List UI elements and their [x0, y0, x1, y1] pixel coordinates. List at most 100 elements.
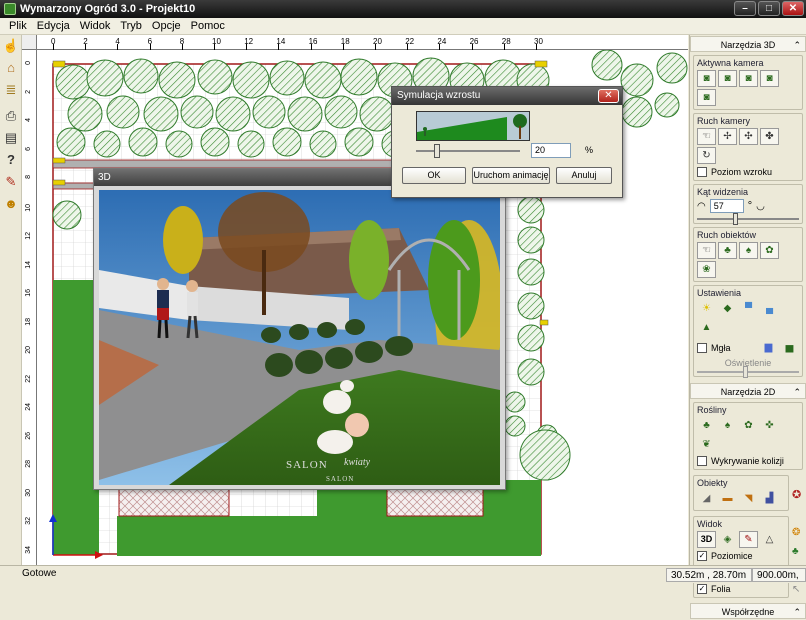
camera-5-icon[interactable]: ◙ — [697, 89, 716, 106]
menu-widok[interactable]: Widok — [75, 18, 116, 34]
ruler-left-label: 30 — [25, 488, 32, 497]
orbit-icon[interactable]: ✣ — [739, 128, 758, 145]
fov-slider[interactable] — [697, 213, 799, 225]
bench-icon[interactable]: ◥ — [739, 490, 758, 507]
fog-ground-icon[interactable]: ▅ — [780, 339, 799, 356]
menu-plik[interactable]: Plik — [4, 18, 32, 34]
horizon-icon[interactable]: ▄ — [760, 300, 779, 317]
menu-pomoc[interactable]: Pomoc — [186, 18, 230, 34]
flower-icon[interactable]: ✿ — [739, 417, 758, 434]
tools-panel: Narzędzia 3D ⌃ Aktywna kamera ◙ ◙ ◙ ◙ ◙ … — [689, 35, 806, 619]
close-button[interactable]: ✕ — [782, 1, 804, 16]
tree-icon[interactable]: ♣ — [697, 417, 716, 434]
shrub-icon[interactable]: ♠ — [718, 417, 737, 434]
lighting-label: Oświetlenie — [724, 358, 772, 368]
zoom-level: 900.00m, — [752, 568, 806, 582]
growth-preview — [416, 111, 530, 141]
ruler-left-label: 24 — [25, 403, 32, 411]
ok-button[interactable]: OK — [402, 167, 466, 184]
gardener-icon[interactable]: ☻ — [2, 195, 20, 213]
move-icon[interactable]: ✢ — [718, 128, 737, 145]
ruler-left-label: 32 — [25, 517, 32, 525]
ruler-left-label: 16 — [25, 289, 32, 297]
tools2d-header[interactable]: Narzędzia 2D ⌃ — [690, 383, 806, 399]
view-shapes-icon[interactable]: △ — [760, 531, 779, 548]
cancel-button[interactable]: Anuluj — [556, 167, 612, 184]
ruler-left-label: 2 — [25, 89, 32, 94]
camera-move-group: Ruch kamery ☜ ✢ ✣ ✤ ↻ Poziom wzroku — [693, 113, 803, 181]
house-icon[interactable]: ⌂ — [2, 59, 20, 77]
lighting-slider[interactable] — [697, 366, 799, 378]
eye-level-checkbox[interactable] — [697, 167, 707, 177]
foil-checkbox[interactable]: ✓ — [697, 584, 707, 594]
camera-4-icon[interactable]: ◙ — [760, 70, 779, 87]
view-draw-icon[interactable]: ✎ — [739, 531, 758, 548]
collapse-icon[interactable]: ⌃ — [793, 37, 801, 53]
palette-icon[interactable]: ❂ — [792, 527, 806, 538]
camera-3-icon[interactable]: ◙ — [739, 70, 758, 87]
growth-slider-thumb[interactable] — [433, 144, 440, 158]
growth-simulation-dialog[interactable]: Symulacja wzrostu ✕ 20 % OK Uruchom anim… — [391, 86, 623, 198]
object-lift-icon[interactable]: ✿ — [760, 242, 779, 259]
object-hand-icon[interactable]: ☜ — [697, 242, 716, 259]
layers-icon[interactable]: ≣ — [2, 81, 20, 99]
camera-1-icon[interactable]: ◙ — [697, 70, 716, 87]
menu-bar: Plik Edycja Widok Tryb Opcje Pomoc — [0, 18, 806, 35]
view-layers-icon[interactable]: ◈ — [718, 531, 737, 548]
growth-slider-track[interactable] — [416, 150, 520, 152]
path-icon[interactable]: ◢ — [697, 490, 716, 507]
object-move-icon[interactable]: ♣ — [718, 242, 737, 259]
menu-tryb[interactable]: Tryb — [115, 18, 147, 34]
object-scale-icon[interactable]: ❀ — [697, 261, 716, 278]
print-icon[interactable]: ⎙ — [2, 107, 20, 125]
render-3d-view — [99, 190, 500, 485]
watering-can-icon[interactable]: ✜ — [760, 417, 779, 434]
landscape-icon[interactable]: ▲ — [697, 319, 716, 336]
eye-icon: ◠ — [697, 200, 706, 212]
cursor-coords: 30.52m , 28.70m — [666, 568, 752, 582]
fov-input[interactable]: 57 — [709, 199, 744, 213]
growth-icon[interactable]: ✎ — [2, 173, 20, 191]
growth-value-field[interactable]: 20 — [531, 143, 571, 158]
hand-icon[interactable]: ☜ — [697, 128, 716, 145]
watermark-kwiaty: kwiaty — [344, 457, 371, 468]
collapse-2d-icon[interactable]: ⌃ — [793, 384, 801, 400]
dialog-title: Symulacja wzrostu — [397, 90, 481, 101]
ruler-left-label: 20 — [25, 346, 32, 354]
help-icon[interactable]: ? — [2, 151, 20, 169]
pan-icon[interactable]: ✤ — [760, 128, 779, 145]
tools3d-header[interactable]: Narzędzia 3D ⌃ — [690, 36, 806, 52]
menu-opcje[interactable]: Opcje — [147, 18, 186, 34]
sky-icon[interactable]: ▀ — [739, 300, 758, 317]
sun-icon[interactable]: ☀ — [697, 300, 716, 317]
menu-edycja[interactable]: Edycja — [32, 18, 75, 34]
terrain-icon[interactable]: ◆ — [718, 300, 737, 317]
camera-2-icon[interactable]: ◙ — [718, 70, 737, 87]
pointer-icon[interactable]: ↖ — [792, 584, 806, 595]
maximize-button[interactable]: □ — [758, 1, 780, 16]
preview-icon[interactable]: ▤ — [2, 129, 20, 147]
coords-header[interactable]: Współrzędne ⌃ — [690, 603, 806, 619]
preview-3d-window[interactable]: 3D SALON kwiaty SALON — [93, 168, 506, 490]
object-rotate-icon[interactable]: ♠ — [739, 242, 758, 259]
hedge-icon[interactable]: ❦ — [697, 436, 716, 453]
collision-checkbox[interactable] — [697, 456, 707, 466]
view-3d-button[interactable]: 3D — [697, 531, 716, 548]
building-icon[interactable]: ▟ — [760, 490, 779, 507]
select-tool-icon[interactable]: ☝ — [2, 37, 20, 55]
tree-small-icon[interactable]: ♣ — [792, 546, 806, 557]
fence-icon[interactable]: ▬ — [718, 490, 737, 507]
levels-checkbox[interactable]: ✓ — [697, 551, 707, 561]
minimize-button[interactable]: – — [734, 1, 756, 16]
rotate-icon[interactable]: ↻ — [697, 147, 716, 164]
view-group: Widok 3D ◈ ✎ △ ✓Poziomice ⊕ ⊖ ⊙ ▦ ✓Folia — [693, 516, 789, 598]
growth-unit-label: % — [585, 145, 594, 155]
collapse-coords-icon[interactable]: ⌃ — [793, 604, 801, 620]
fog-checkbox[interactable] — [697, 342, 707, 353]
dialog-close-button[interactable]: ✕ — [598, 89, 619, 103]
run-animation-button[interactable]: Uruchom animację — [472, 167, 550, 184]
fog-sky-icon[interactable]: ▆ — [759, 339, 778, 356]
ruler-left-label: 10 — [25, 203, 32, 212]
color-wheel-icon[interactable]: ✪ — [792, 472, 806, 513]
ruler-left-label: 0 — [25, 61, 32, 65]
